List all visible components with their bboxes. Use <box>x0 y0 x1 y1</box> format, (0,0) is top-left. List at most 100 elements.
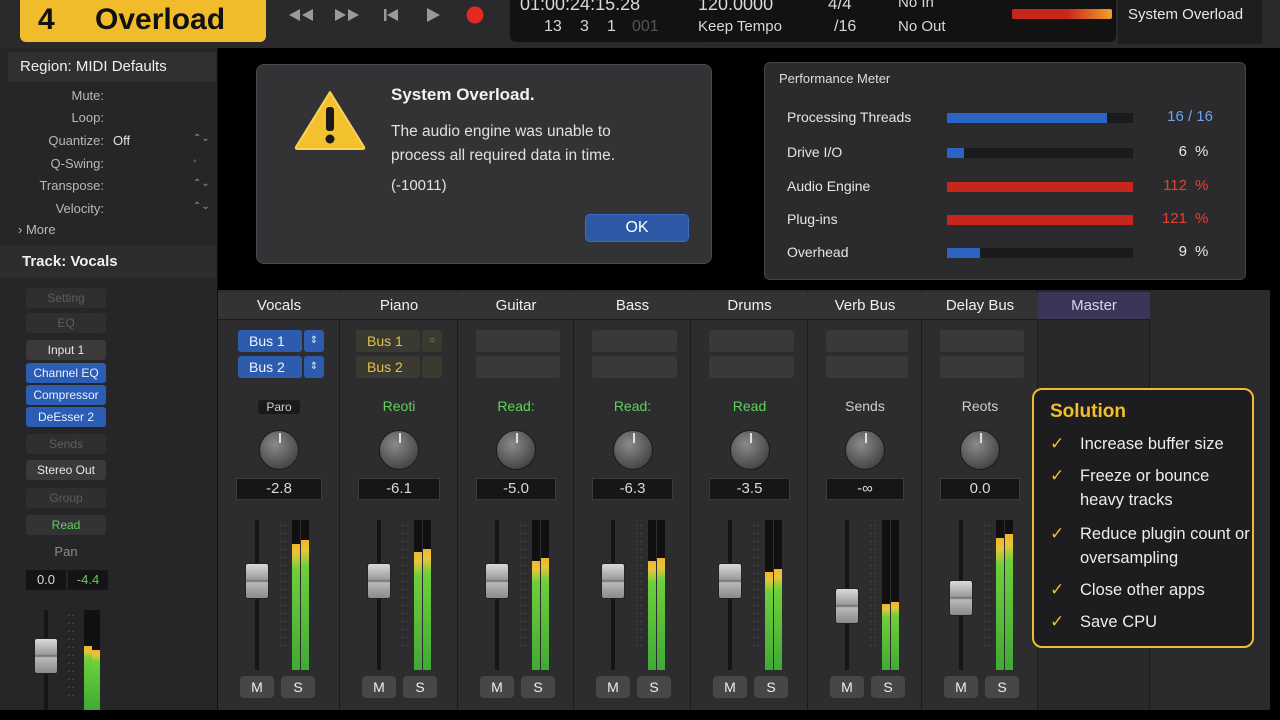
quantize-stepper-icon[interactable]: ⌃⌄ <box>193 133 210 144</box>
solution-callout: Solution ✓ Increase buffer size ✓ Freeze or… <box>1032 388 1254 648</box>
fader-handle[interactable] <box>485 563 509 600</box>
send-slot-2[interactable] <box>709 356 794 378</box>
plugin-slot-deesser[interactable]: DeEsser 2 <box>26 407 106 427</box>
chevron-right-icon: › <box>18 222 23 237</box>
mute-button[interactable]: M <box>480 676 514 698</box>
group-slot[interactable]: Group <box>26 488 106 508</box>
send-2-stepper-icon[interactable]: ⇕ <box>304 356 324 378</box>
velocity-stepper-icon[interactable]: ⌃⌄ <box>193 201 210 212</box>
quantize-value[interactable]: Off <box>113 133 130 148</box>
send-1-stepper-icon[interactable]: ⇕ <box>304 330 324 352</box>
checkmark-icon: ✓ <box>1050 612 1065 631</box>
automation-mode[interactable]: Read: <box>458 398 574 414</box>
output-slot[interactable]: Stereo Out <box>26 460 106 480</box>
pan-knob[interactable] <box>496 430 536 470</box>
automation-mode[interactable]: Read: <box>574 398 691 414</box>
solo-button[interactable]: S <box>521 676 555 698</box>
q-swing-stepper-icon[interactable]: ◦ <box>193 156 197 167</box>
mute-button[interactable]: M <box>362 676 396 698</box>
automation-mode[interactable]: Reoti <box>340 398 458 414</box>
solo-button[interactable]: S <box>754 676 788 698</box>
transpose-stepper-icon[interactable]: ⌃⌄ <box>193 178 210 189</box>
volume-value[interactable]: -2.8 <box>236 478 322 500</box>
send-slot-1[interactable] <box>476 330 560 352</box>
setting-slot[interactable]: Setting <box>26 288 106 308</box>
mute-button[interactable]: M <box>830 676 864 698</box>
pan-knob[interactable] <box>612 430 653 470</box>
plugin-slot-compressor[interactable]: Compressor <box>26 385 106 405</box>
fader-handle[interactable] <box>949 580 973 617</box>
fader-handle[interactable] <box>718 563 742 600</box>
send-slot-2[interactable] <box>476 356 560 378</box>
fader-handle[interactable] <box>601 563 625 600</box>
tick-value: 001 <box>632 18 659 35</box>
automation-mode[interactable]: Read <box>26 515 106 535</box>
channel-name[interactable]: Verb Bus <box>808 292 922 320</box>
fader-handle[interactable] <box>245 563 269 600</box>
send-slot-1[interactable] <box>826 330 908 352</box>
go-to-start-button[interactable] <box>378 4 404 26</box>
pan-knob[interactable] <box>960 430 1000 470</box>
solo-button[interactable]: S <box>403 676 437 698</box>
automation-mode[interactable]: Paro <box>258 400 300 414</box>
fader-handle[interactable] <box>367 563 391 600</box>
inspector-volume-value[interactable]: 0.0 <box>26 570 66 590</box>
mute-button[interactable]: M <box>240 676 274 698</box>
send-slot-1[interactable] <box>592 330 677 352</box>
fader-handle[interactable] <box>835 588 859 625</box>
send-slot-2[interactable] <box>592 356 677 378</box>
volume-value[interactable]: -∞ <box>826 478 904 500</box>
automation-mode[interactable]: Sends <box>808 398 922 414</box>
play-button[interactable] <box>420 4 446 26</box>
mute-button[interactable]: M <box>596 676 630 698</box>
plugin-slot-channel-eq[interactable]: Channel EQ <box>26 363 106 383</box>
channel-name[interactable]: Drums <box>691 292 808 320</box>
solo-button[interactable]: S <box>871 676 905 698</box>
input-slot[interactable]: Input 1 <box>26 340 106 360</box>
solo-button[interactable]: S <box>637 676 671 698</box>
channel-name[interactable]: Master <box>1038 292 1150 320</box>
mute-button[interactable]: M <box>944 676 978 698</box>
volume-value[interactable]: -6.1 <box>358 478 440 500</box>
more-disclosure[interactable]: › More <box>18 222 56 237</box>
automation-mode[interactable]: Reots <box>922 398 1038 414</box>
send-2-power-icon[interactable] <box>422 356 442 378</box>
track-inspector-header[interactable]: Track: Vocals <box>0 246 216 278</box>
pan-knob[interactable] <box>845 430 885 470</box>
volume-value[interactable]: -6.3 <box>592 478 673 500</box>
inspector-fader-handle[interactable] <box>34 638 58 674</box>
eq-slot[interactable]: EQ <box>26 313 106 333</box>
pan-knob[interactable] <box>379 430 419 470</box>
rewind-button[interactable] <box>288 4 314 26</box>
send-slot-2[interactable]: Bus 2 <box>238 356 302 378</box>
solo-button[interactable]: S <box>985 676 1019 698</box>
region-inspector-header[interactable]: Region: MIDI Defaults <box>8 52 216 82</box>
pan-knob[interactable] <box>729 430 770 470</box>
record-button[interactable] <box>462 4 488 26</box>
fast-forward-button[interactable] <box>334 4 360 26</box>
channel-name[interactable]: Piano <box>340 292 458 320</box>
pan-knob[interactable] <box>259 430 299 470</box>
send-slot-1[interactable] <box>709 330 794 352</box>
send-slot-2[interactable] <box>826 356 908 378</box>
channel-name[interactable]: Vocals <box>218 292 340 320</box>
channel-name[interactable]: Delay Bus <box>922 292 1038 320</box>
inspector-pan-value[interactable]: -4.4 <box>68 570 108 590</box>
send-1-power-icon[interactable]: ○ <box>422 330 442 352</box>
send-slot-1[interactable]: Bus 1 <box>356 330 420 352</box>
volume-value[interactable]: 0.0 <box>940 478 1020 500</box>
send-slot-2[interactable]: Bus 2 <box>356 356 420 378</box>
channel-name[interactable]: Bass <box>574 292 691 320</box>
system-overload-indicator[interactable]: System Overload <box>1118 0 1262 44</box>
mute-button[interactable]: M <box>713 676 747 698</box>
volume-value[interactable]: -3.5 <box>709 478 790 500</box>
ok-button[interactable]: OK <box>585 214 689 242</box>
send-slot-1[interactable] <box>940 330 1024 352</box>
channel-name[interactable]: Guitar <box>458 292 574 320</box>
solo-button[interactable]: S <box>281 676 315 698</box>
volume-value[interactable]: -5.0 <box>476 478 556 500</box>
automation-mode[interactable]: Read <box>691 398 808 414</box>
sends-slot[interactable]: Sends <box>26 434 106 454</box>
send-slot-2[interactable] <box>940 356 1024 378</box>
send-slot-1[interactable]: Bus 1 <box>238 330 302 352</box>
